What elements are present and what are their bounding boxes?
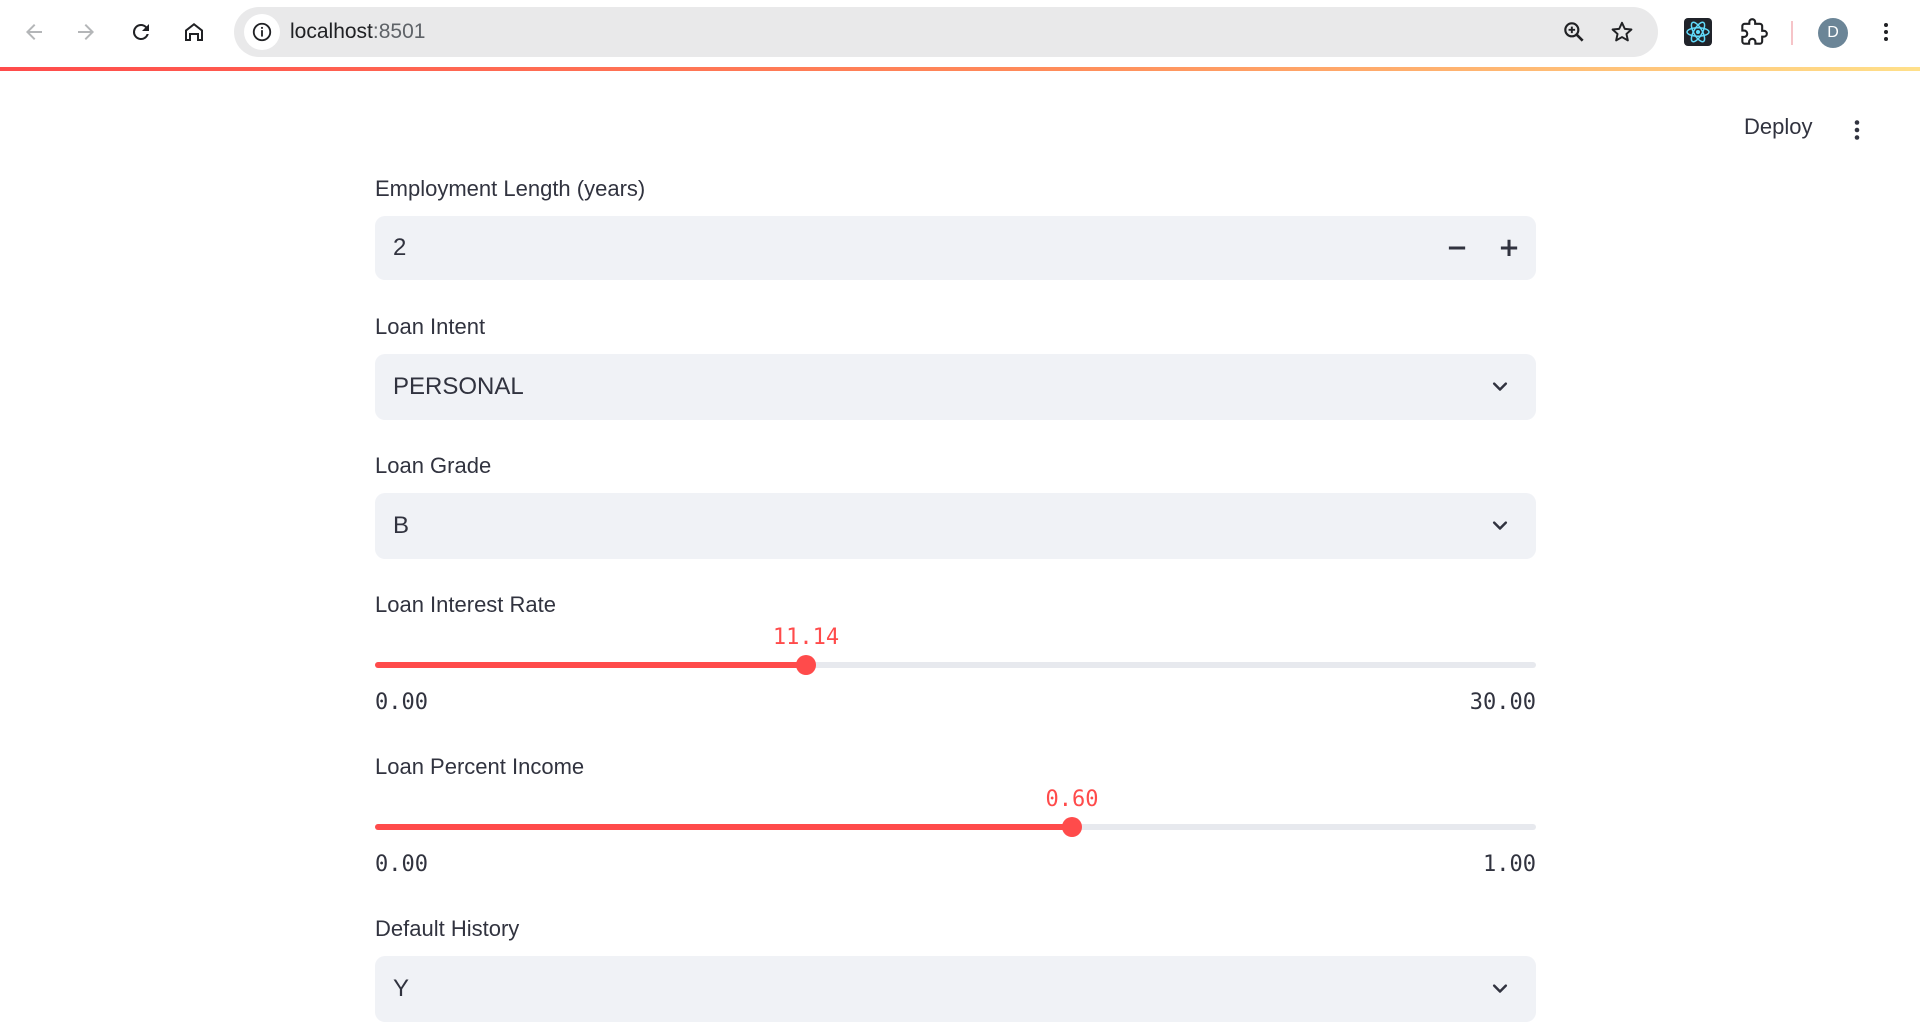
deploy-button[interactable]: Deploy: [1744, 114, 1812, 140]
loan-interest-rate-thumb[interactable]: [796, 655, 816, 675]
extensions-icon: [1741, 18, 1768, 45]
loan-grade-label: Loan Grade: [375, 453, 492, 478]
url-host: localhost: [290, 20, 373, 43]
loan-interest-rate-slider[interactable]: [375, 662, 1536, 668]
profile-avatar[interactable]: D: [1818, 18, 1848, 48]
loan-percent-income-min: 0.00: [375, 852, 428, 877]
chevron-down-icon: [1486, 373, 1514, 401]
default-history-value: Y: [393, 975, 410, 1002]
status-decoration-bar: [0, 67, 1920, 71]
loan-interest-rate-min: 0.00: [375, 690, 428, 715]
loan-interest-rate-label: Loan Interest Rate: [375, 592, 557, 617]
zoom-icon: [1564, 22, 1584, 42]
forward-icon: [78, 24, 94, 40]
chevron-down-icon: [1486, 512, 1514, 540]
site-info-button[interactable]: [244, 14, 280, 50]
menu-icon: [1854, 120, 1860, 140]
loan-percent-income-slider[interactable]: [375, 824, 1536, 830]
loan-percent-income-thumb[interactable]: [1062, 817, 1082, 837]
react-devtools-button[interactable]: [1680, 14, 1716, 50]
back-icon: [26, 24, 42, 40]
extensions-button[interactable]: [1736, 14, 1772, 50]
employment-length-label: Employment Length (years): [375, 176, 646, 201]
loan-percent-income-max: 1.00: [1483, 852, 1536, 877]
increment-button[interactable]: +: [1483, 216, 1535, 280]
star-icon: [1611, 21, 1633, 42]
toolbar-divider: [1791, 21, 1793, 45]
react-devtools-icon: [1684, 18, 1712, 46]
loan-interest-rate-current: 11.14: [772, 625, 840, 650]
app-menu-button[interactable]: [1842, 112, 1872, 148]
loan-intent-value: PERSONAL: [393, 373, 524, 400]
loan-percent-income-current: 0.60: [1045, 787, 1099, 812]
zoom-button[interactable]: [1560, 18, 1588, 46]
slider-fill: [375, 662, 806, 668]
reload-button[interactable]: [119, 10, 163, 54]
home-button[interactable]: [172, 10, 216, 54]
loan-grade-value: B: [393, 512, 410, 539]
employment-length-value[interactable]: 2: [393, 234, 406, 262]
loan-intent-select[interactable]: PERSONAL: [375, 354, 1536, 420]
default-history-label: Default History: [375, 916, 520, 941]
forward-button[interactable]: [64, 10, 108, 54]
url-text[interactable]: localhost:8501: [290, 20, 425, 44]
url-port: :8501: [372, 20, 426, 43]
loan-percent-income-label: Loan Percent Income: [375, 754, 585, 779]
loan-intent-label: Loan Intent: [375, 314, 486, 339]
home-icon: [185, 23, 203, 41]
decrement-button[interactable]: −: [1431, 216, 1483, 280]
loan-grade-select[interactable]: B: [375, 493, 1536, 559]
reload-icon: [132, 23, 149, 40]
slider-fill: [375, 824, 1072, 830]
info-icon: [252, 22, 272, 42]
browser-menu-button[interactable]: [1868, 14, 1904, 50]
bookmark-button[interactable]: [1608, 18, 1636, 46]
menu-icon: [1884, 23, 1888, 41]
back-button[interactable]: [12, 10, 56, 54]
address-bar[interactable]: localhost:8501: [234, 7, 1658, 57]
default-history-select[interactable]: Y: [375, 956, 1536, 1022]
browser-toolbar: localhost:8501 D: [0, 0, 1920, 66]
chevron-down-icon: [1486, 975, 1514, 1003]
loan-interest-rate-max: 30.00: [1469, 690, 1536, 715]
employment-length-input[interactable]: 2 − +: [375, 216, 1536, 280]
